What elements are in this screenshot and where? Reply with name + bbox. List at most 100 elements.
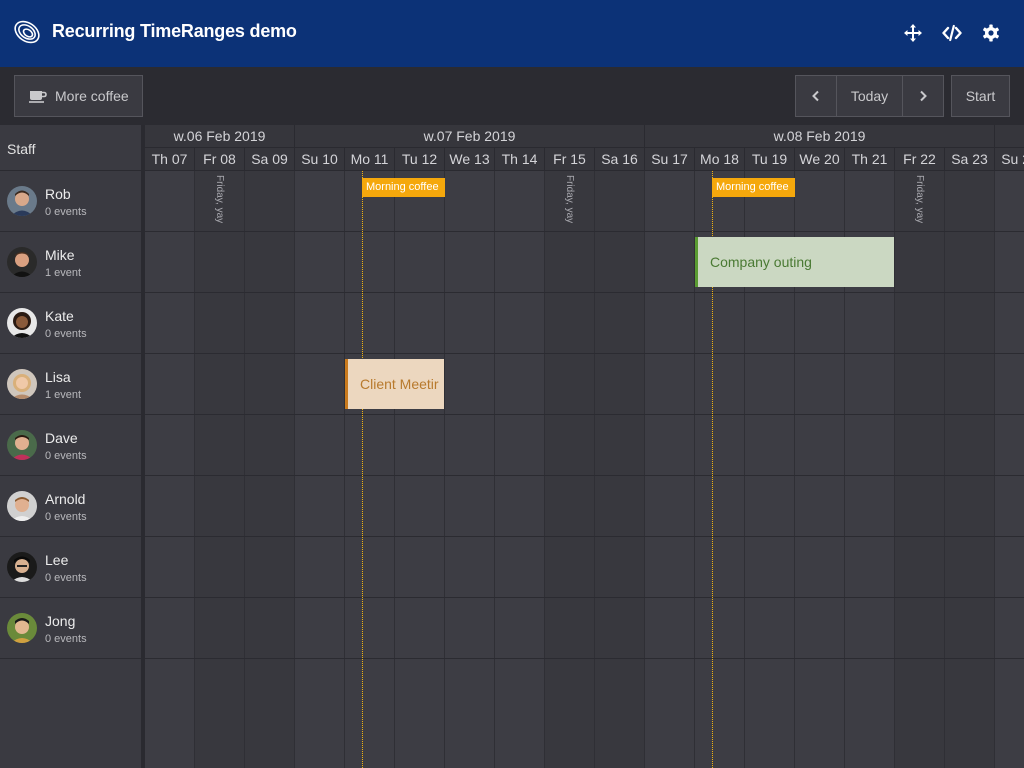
staff-row-dave[interactable]: Dave 0 events — [0, 415, 141, 476]
week-header: w.08 Feb 2019 — [645, 125, 995, 148]
staff-name: Lisa — [45, 369, 71, 385]
morning-coffee-line — [362, 171, 363, 768]
staff-name: Mike — [45, 247, 75, 263]
staff-event-count: 0 events — [45, 511, 87, 523]
morning-coffee-label[interactable]: Morning coffee — [362, 178, 445, 197]
column-line — [944, 171, 945, 768]
column-line — [394, 171, 395, 768]
day-header: Su 10 — [295, 148, 345, 171]
column-line — [294, 171, 295, 768]
weekend-shade — [245, 171, 295, 768]
row-line — [145, 597, 1024, 598]
day-header: Fr 15 — [545, 148, 595, 171]
next-button[interactable] — [902, 75, 944, 117]
column-line — [444, 171, 445, 768]
staff-name: Jong — [45, 613, 76, 629]
staff-event-count: 0 events — [45, 633, 87, 645]
staff-row-arnold[interactable]: Arnold 0 events — [0, 476, 141, 537]
scheduler-grid: Staff Rob 0 events Mike 1 event Kate 0 e… — [0, 125, 1024, 768]
day-header: Su 17 — [645, 148, 695, 171]
day-header: Sa 09 — [245, 148, 295, 171]
time-axis-header: w.06 Feb 2019 w.07 Feb 2019 w.08 Feb 201… — [145, 125, 1024, 171]
week-header — [995, 125, 1024, 148]
column-line — [344, 171, 345, 768]
friday-time-range-label: Friday, yay — [914, 175, 925, 224]
day-header: Sa 23 — [945, 148, 995, 171]
week-header: w.06 Feb 2019 — [145, 125, 295, 148]
staff-name: Lee — [45, 552, 69, 568]
logo-icon — [14, 20, 40, 44]
weekend-shade — [595, 171, 645, 768]
staff-column-header[interactable]: Staff — [0, 125, 141, 171]
day-header: Tu 19 — [745, 148, 795, 171]
staff-event-count: 1 event — [45, 389, 82, 401]
row-line — [145, 536, 1024, 537]
staff-column: Staff Rob 0 events Mike 1 event Kate 0 e… — [0, 125, 141, 768]
more-coffee-label: More coffee — [55, 88, 129, 104]
staff-event-count: 0 events — [45, 328, 87, 340]
timeline: w.06 Feb 2019 w.07 Feb 2019 w.08 Feb 201… — [145, 125, 1024, 768]
chevron-right-icon — [920, 90, 927, 102]
app-header: Recurring TimeRanges demo — [0, 0, 1024, 67]
column-line — [244, 171, 245, 768]
staff-row-rob[interactable]: Rob 0 events — [0, 171, 141, 232]
column-line — [544, 171, 545, 768]
column-line — [994, 171, 995, 768]
fullscreen-icon[interactable] — [903, 23, 923, 43]
staff-row-mike[interactable]: Mike 1 event — [0, 232, 141, 293]
event-client-meeting[interactable]: Client Meetir — [345, 359, 444, 409]
column-line — [494, 171, 495, 768]
more-coffee-button[interactable]: More coffee — [14, 75, 143, 117]
code-icon[interactable] — [942, 23, 962, 43]
staff-name: Rob — [45, 186, 71, 202]
settings-icon[interactable] — [981, 23, 1001, 43]
staff-event-count: 0 events — [45, 450, 87, 462]
staff-name: Arnold — [45, 491, 86, 507]
weekend-shade — [945, 171, 995, 768]
column-line — [194, 171, 195, 768]
friday-time-range-label: Friday, yay — [564, 175, 575, 224]
friday-time-range-label: Friday, yay — [214, 175, 225, 224]
staff-row-lee[interactable]: Lee 0 events — [0, 537, 141, 598]
day-header: Sa 16 — [595, 148, 645, 171]
day-header: Fr 22 — [895, 148, 945, 171]
avatar — [7, 430, 37, 460]
avatar — [7, 552, 37, 582]
day-header: Th 14 — [495, 148, 545, 171]
staff-event-count: 0 events — [45, 572, 87, 584]
staff-event-count: 1 event — [45, 267, 82, 279]
toolbar: More coffee Today Start — [0, 67, 1024, 125]
day-header: We 20 — [795, 148, 845, 171]
morning-coffee-label[interactable]: Morning coffee — [712, 178, 795, 197]
row-line — [145, 475, 1024, 476]
day-header: Tu 12 — [395, 148, 445, 171]
weekend-shade — [195, 171, 245, 768]
chevron-left-icon — [812, 90, 819, 102]
row-line — [145, 292, 1024, 293]
staff-row-jong[interactable]: Jong 0 events — [0, 598, 141, 659]
column-line — [894, 171, 895, 768]
row-line — [145, 414, 1024, 415]
avatar — [7, 491, 37, 521]
day-header: We 13 — [445, 148, 495, 171]
day-header: Th 07 — [145, 148, 195, 171]
staff-name: Kate — [45, 308, 74, 324]
staff-row-lisa[interactable]: Lisa 1 event — [0, 354, 141, 415]
day-header: Su 24 — [995, 148, 1024, 171]
column-line — [594, 171, 595, 768]
day-header: Th 21 — [845, 148, 895, 171]
staff-row-kate[interactable]: Kate 0 events — [0, 293, 141, 354]
avatar — [7, 247, 37, 277]
app-title: Recurring TimeRanges demo — [52, 21, 297, 41]
today-button[interactable]: Today — [836, 75, 903, 117]
day-header: Fr 08 — [195, 148, 245, 171]
column-line — [644, 171, 645, 768]
weekend-shade — [545, 171, 595, 768]
week-header: w.07 Feb 2019 — [295, 125, 645, 148]
avatar — [7, 308, 37, 338]
avatar — [7, 369, 37, 399]
previous-button[interactable] — [795, 75, 837, 117]
row-line — [145, 353, 1024, 354]
event-company-outing[interactable]: Company outing — [695, 237, 894, 287]
start-button[interactable]: Start — [951, 75, 1010, 117]
